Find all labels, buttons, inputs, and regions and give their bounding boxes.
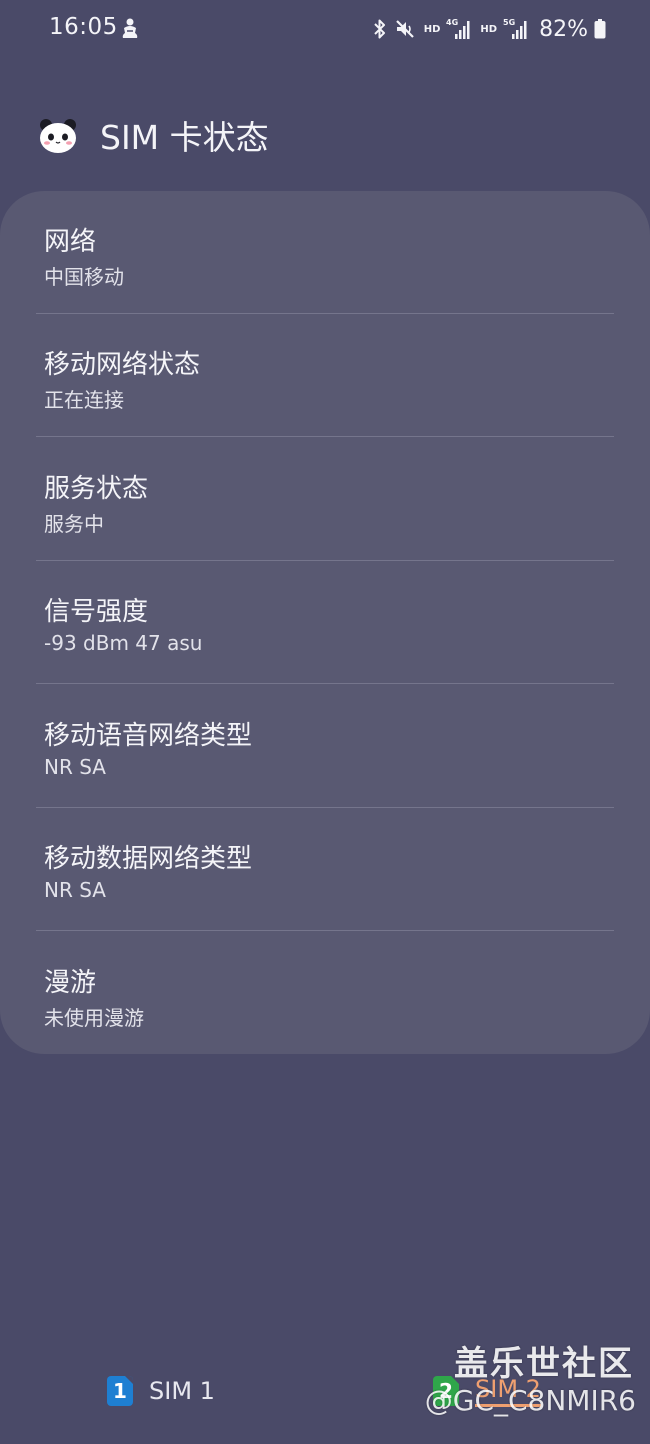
status-time: 16:05 [49, 14, 118, 40]
row-value: NR SA [44, 878, 106, 902]
row-network: 网络 中国移动 [0, 191, 650, 314]
watermark-title: 盖乐世社区 [454, 1344, 634, 1384]
watermark-handle: @GC_C8NMIR6 [424, 1384, 636, 1417]
tab-sim-1-label: SIM 1 [149, 1377, 215, 1405]
row-title: 移动语音网络类型 [44, 721, 253, 751]
hd-label-2: HD [480, 23, 498, 35]
row-value: 中国移动 [44, 265, 124, 289]
bluetooth-icon [374, 19, 385, 39]
row-data-network-type: 移动数据网络类型 NR SA [0, 808, 650, 931]
panda-avatar-icon [40, 119, 76, 153]
sim-1-badge-icon: 1 [107, 1376, 133, 1406]
signal-4g-icon: 4G [446, 18, 470, 39]
page-title: SIM 卡状态 [100, 118, 269, 157]
row-voice-network-type: 移动语音网络类型 NR SA [0, 685, 650, 808]
notification-person-icon [122, 18, 138, 38]
row-value: 正在连接 [44, 388, 124, 412]
row-value: -93 dBm 47 asu [44, 631, 203, 655]
divider [36, 436, 614, 437]
mute-icon [395, 20, 414, 38]
tab-sim-1[interactable]: 1 SIM 1 [107, 1374, 215, 1408]
row-title: 漫游 [44, 968, 97, 998]
page-header: SIM 卡状态 [38, 112, 269, 158]
svg-text:5G: 5G [503, 18, 515, 27]
row-value: 未使用漫游 [44, 1006, 144, 1030]
svg-text:4G: 4G [446, 18, 458, 27]
row-signal-strength: 信号强度 -93 dBm 47 asu [0, 561, 650, 684]
row-value: 服务中 [44, 512, 104, 536]
battery-icon [594, 19, 606, 39]
hd-label-1: HD [423, 23, 441, 35]
row-mobile-network-state: 移动网络状态 正在连接 [0, 314, 650, 437]
row-title: 服务状态 [44, 474, 149, 504]
row-title: 网络 [44, 227, 97, 257]
signal-5g-icon: 5G [503, 18, 527, 39]
sim-status-card: 网络 中国移动 移动网络状态 正在连接 服务状态 服务中 信号强度 -93 dB… [0, 191, 650, 1054]
status-icons: HD 4G HD 5G 82% [372, 14, 606, 44]
row-service-state: 服务状态 服务中 [0, 438, 650, 561]
row-title: 移动网络状态 [44, 350, 201, 380]
row-title: 信号强度 [44, 597, 149, 627]
row-title: 移动数据网络类型 [44, 844, 253, 874]
row-value: NR SA [44, 755, 106, 779]
divider [36, 683, 614, 684]
battery-percent: 82% [539, 16, 588, 42]
divider [36, 930, 614, 931]
status-bar: 16:05 HD 4G HD 5G 82% [0, 0, 650, 60]
row-roaming: 漫游 未使用漫游 [0, 932, 650, 1055]
